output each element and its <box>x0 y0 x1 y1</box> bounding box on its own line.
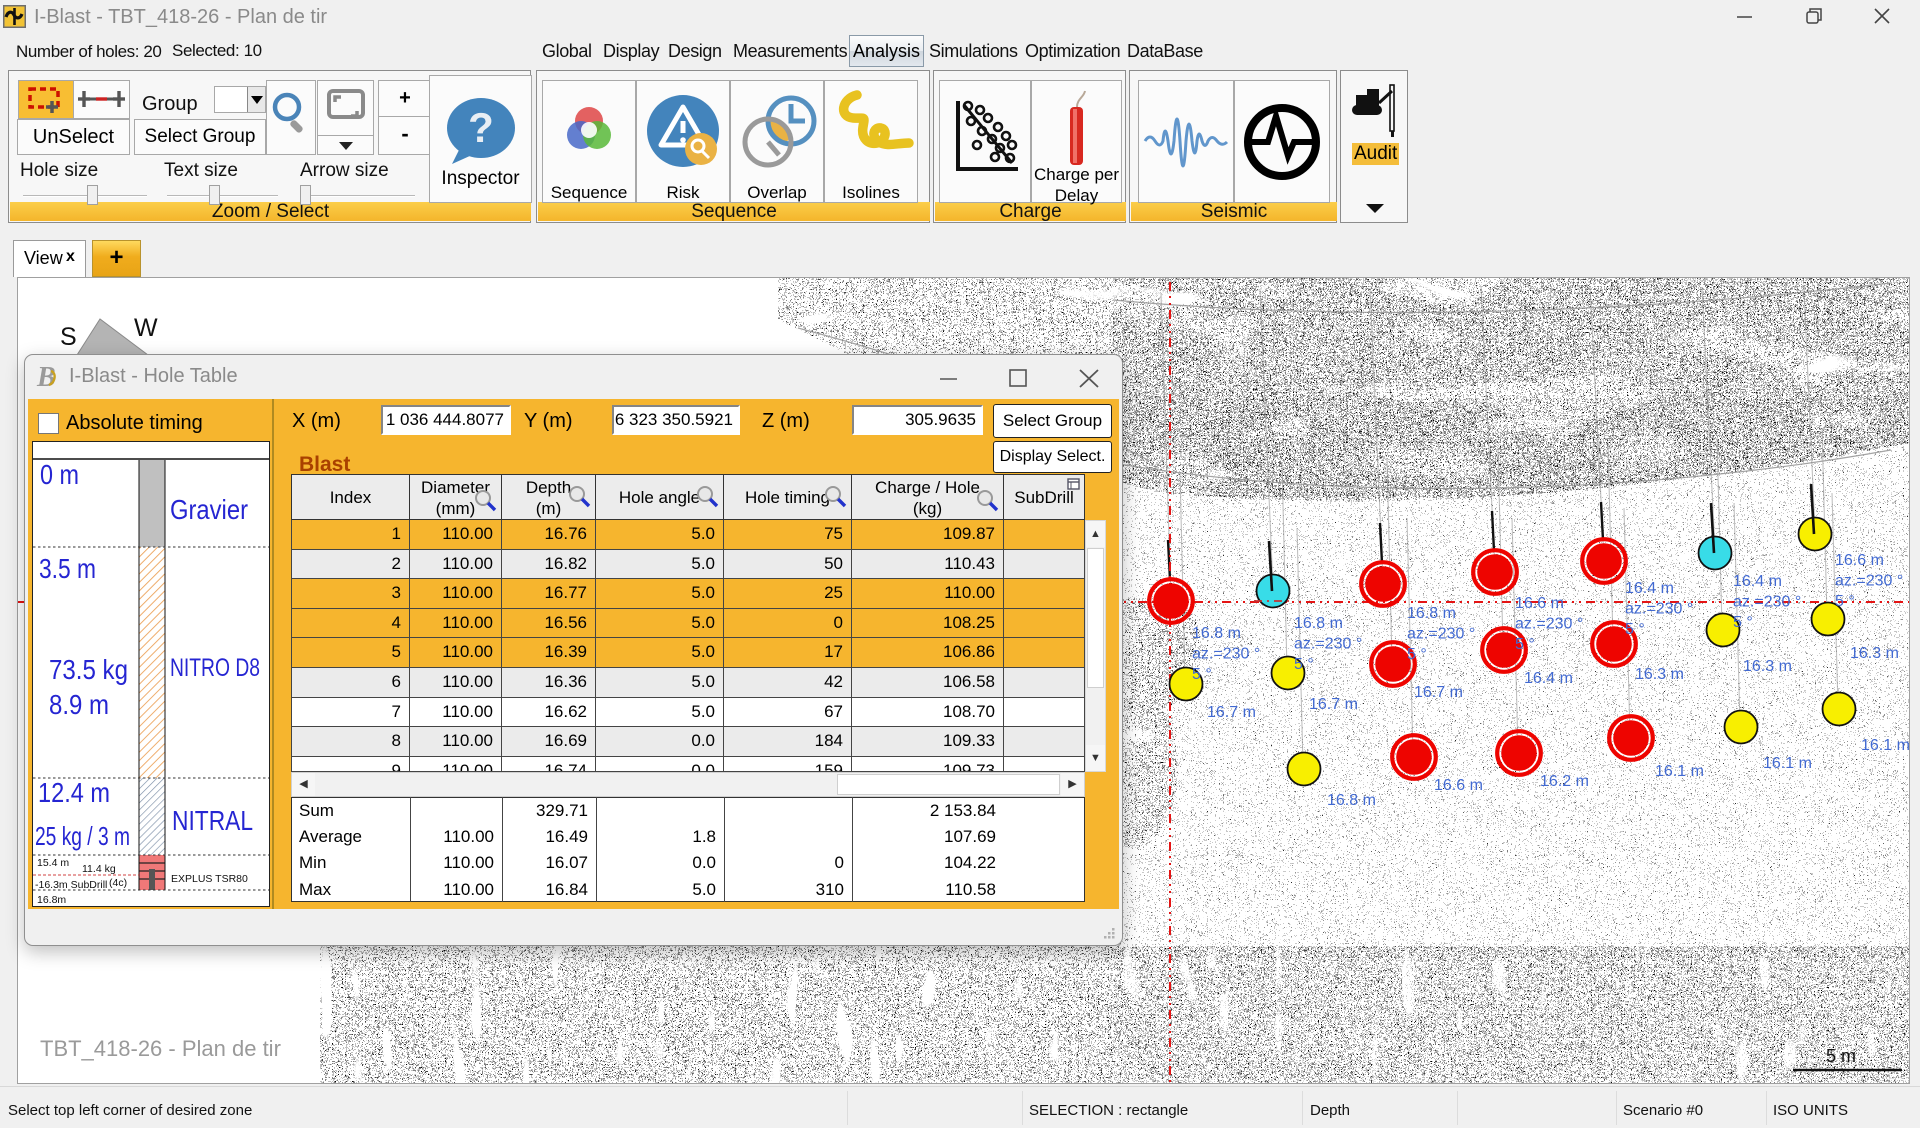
svg-text:B: B <box>36 363 56 391</box>
svg-text:16.1 m: 16.1 m <box>1763 755 1812 772</box>
svg-text:16.7 m: 16.7 m <box>1207 704 1256 721</box>
svg-text:3.5 m: 3.5 m <box>39 553 96 584</box>
svg-text:EXPLUS TSR80: EXPLUS TSR80 <box>171 873 248 885</box>
svg-text:TBT_418-26 - Plan de tir: TBT_418-26 - Plan de tir <box>40 1036 281 1061</box>
svg-text:16.8 m: 16.8 m <box>1327 792 1376 809</box>
svg-text:16.8m: 16.8m <box>37 894 66 906</box>
svg-text:16.4 m: 16.4 m <box>1625 580 1674 597</box>
svg-text:73.5 kg: 73.5 kg <box>49 654 128 685</box>
svg-text:12.4 m: 12.4 m <box>38 777 110 808</box>
svg-text:az.=230 °: az.=230 ° <box>1515 616 1583 633</box>
svg-text:az.=230 °: az.=230 ° <box>1407 626 1475 643</box>
svg-text:az.=230 °: az.=230 ° <box>1835 573 1903 590</box>
svg-text:5 °: 5 ° <box>1625 621 1645 638</box>
svg-text:16.8 m: 16.8 m <box>1192 625 1241 642</box>
svg-text:Gravier: Gravier <box>170 494 248 525</box>
svg-text:16.6 m: 16.6 m <box>1835 552 1884 569</box>
svg-text:(4c): (4c) <box>109 877 127 889</box>
svg-text:NITRO D8: NITRO D8 <box>170 654 260 682</box>
svg-text:16.3 m: 16.3 m <box>1850 645 1899 662</box>
svg-text:16.6 m: 16.6 m <box>1515 595 1564 612</box>
svg-text:16.7 m: 16.7 m <box>1309 696 1358 713</box>
svg-text:-16.3m SubDrill: -16.3m SubDrill <box>35 879 107 891</box>
svg-text:az.=230 °: az.=230 ° <box>1294 636 1362 653</box>
svg-text:az.=230 °: az.=230 ° <box>1192 646 1260 663</box>
svg-text:16.8 m: 16.8 m <box>1407 605 1456 622</box>
svg-text:16.2 m: 16.2 m <box>1540 773 1589 790</box>
svg-text:?: ? <box>468 104 494 151</box>
svg-text:5 °: 5 ° <box>1733 614 1753 631</box>
svg-text:15.4 m: 15.4 m <box>37 857 69 869</box>
svg-text:S: S <box>60 323 77 351</box>
svg-text:16.8 m: 16.8 m <box>1294 615 1343 632</box>
svg-text:W: W <box>134 314 158 342</box>
svg-text:25 kg / 3 m: 25 kg / 3 m <box>35 821 130 851</box>
svg-text:5 °: 5 ° <box>1294 656 1314 673</box>
svg-text:NITRAL: NITRAL <box>172 805 253 836</box>
svg-text:5 °: 5 ° <box>1835 593 1855 610</box>
svg-text:az.=230 °: az.=230 ° <box>1625 601 1693 618</box>
svg-text:16.1 m: 16.1 m <box>1655 763 1704 780</box>
svg-text:11.4 kg: 11.4 kg <box>82 863 116 875</box>
svg-text:0 m: 0 m <box>40 459 79 490</box>
svg-text:az.=230 °: az.=230 ° <box>1733 594 1801 611</box>
svg-text:16.1 m: 16.1 m <box>1861 737 1909 754</box>
svg-text:16.3 m: 16.3 m <box>1635 666 1684 683</box>
svg-text:16.4 m: 16.4 m <box>1524 670 1573 687</box>
svg-text:5 °: 5 ° <box>1192 666 1212 683</box>
svg-text:5 °: 5 ° <box>1407 646 1427 663</box>
svg-text:8.9 m: 8.9 m <box>49 689 109 720</box>
svg-text:5 °: 5 ° <box>1515 636 1535 653</box>
svg-text:16.3 m: 16.3 m <box>1743 658 1792 675</box>
svg-text:5 m: 5 m <box>1826 1046 1856 1066</box>
svg-text:16.4 m: 16.4 m <box>1733 573 1782 590</box>
svg-text:16.6 m: 16.6 m <box>1434 777 1483 794</box>
svg-text:16.7 m: 16.7 m <box>1414 684 1463 701</box>
